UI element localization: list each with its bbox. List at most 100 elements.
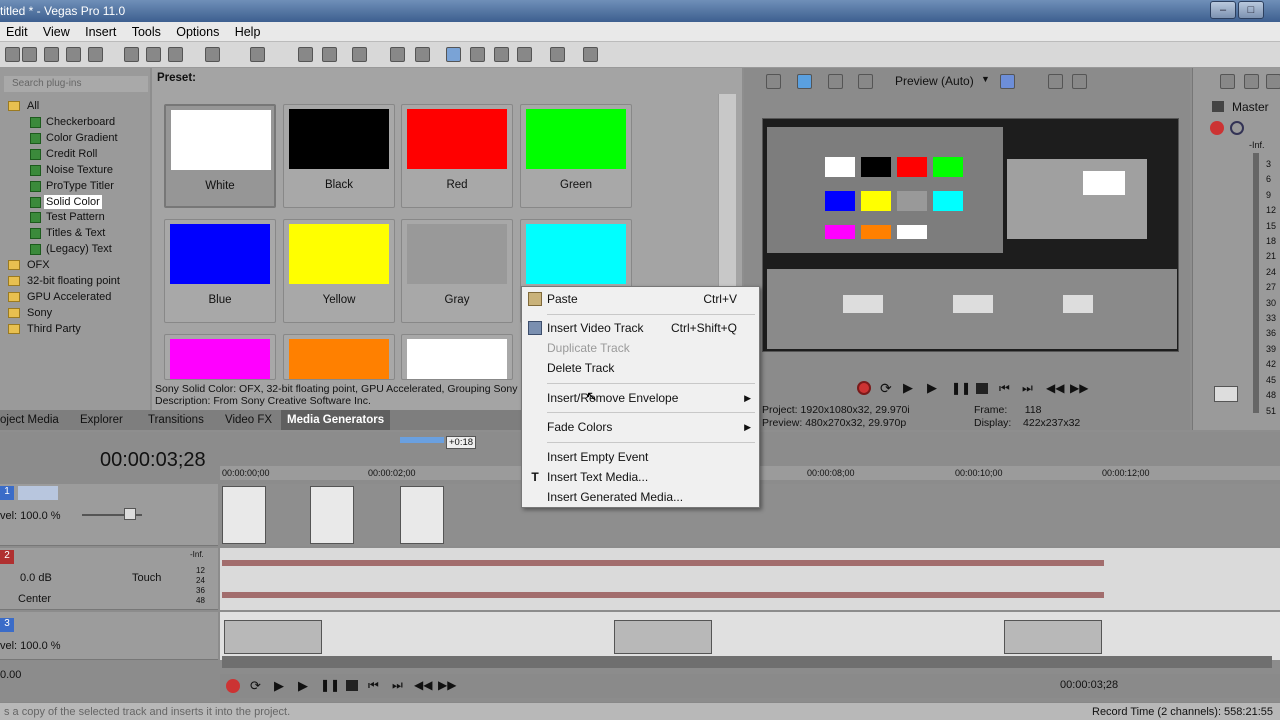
level-slider-thumb[interactable]	[124, 508, 136, 520]
preset-tile-red[interactable]: Red	[401, 104, 513, 208]
minimize-button[interactable]: –	[1210, 1, 1236, 19]
menu-item-insert-empty-event[interactable]: Insert Empty Event	[547, 450, 648, 464]
menu-item-insert-video-track[interactable]: Insert Video Track	[547, 321, 644, 335]
preset-tile-yellow[interactable]: Yellow	[283, 219, 395, 323]
tree-folder-third-party[interactable]: Third Party	[27, 322, 81, 336]
auto-crossfade-icon[interactable]	[322, 47, 337, 62]
downmix-icon[interactable]	[1244, 74, 1259, 89]
go-to-start-icon[interactable]: ⏮	[999, 381, 1013, 395]
lock-envelopes-icon[interactable]	[390, 47, 405, 62]
envelope-tool-icon[interactable]	[470, 47, 485, 62]
track-name-field[interactable]	[18, 486, 58, 500]
zoom-bar[interactable]	[400, 437, 444, 443]
video-event[interactable]	[310, 486, 354, 544]
menu-item-paste[interactable]: Paste	[547, 292, 578, 306]
menu-options[interactable]: Options	[170, 22, 225, 42]
help-icon[interactable]	[583, 47, 598, 62]
open-icon[interactable]	[22, 47, 37, 62]
save-snapshot-icon[interactable]	[1072, 74, 1087, 89]
zoom-tool-icon[interactable]	[517, 47, 532, 62]
track-3-lane[interactable]	[220, 612, 1280, 660]
ripple-edit-icon[interactable]	[352, 47, 367, 62]
chevron-down-icon[interactable]: ▼	[981, 74, 990, 84]
tab-media-generators[interactable]: Media Generators	[281, 410, 391, 430]
split-screen-icon[interactable]	[858, 74, 873, 89]
tab-transitions[interactable]: Transitions	[148, 410, 204, 430]
stop-icon[interactable]	[346, 680, 358, 691]
play-from-start-icon[interactable]: ▶	[274, 678, 284, 694]
play-from-start-icon[interactable]: ▶	[903, 381, 917, 395]
stop-icon[interactable]	[976, 383, 988, 394]
menu-item-fade-colors[interactable]: Fade Colors	[547, 420, 612, 434]
tree-item-checkerboard[interactable]: Checkerboard	[46, 115, 115, 129]
tree-item-noise-texture[interactable]: Noise Texture	[46, 163, 113, 177]
pause-icon[interactable]: ❚❚	[320, 678, 340, 692]
properties-icon[interactable]	[66, 47, 81, 62]
enable-snapping-icon[interactable]	[298, 47, 313, 62]
master-fx-icon[interactable]	[1220, 74, 1235, 89]
preset-tile-black[interactable]: Black	[283, 104, 395, 208]
play-icon[interactable]: ▶	[298, 678, 308, 694]
video-event[interactable]	[614, 620, 712, 654]
dim-output-icon[interactable]	[1266, 74, 1280, 89]
go-to-start-icon[interactable]: ⏮	[368, 678, 379, 693]
maximize-button[interactable]: □	[1238, 1, 1264, 19]
menu-view[interactable]: View	[37, 22, 76, 42]
timeline-scrollbar[interactable]	[222, 656, 1272, 668]
normal-edit-tool-icon[interactable]	[446, 47, 461, 62]
menu-item-duplicate-track[interactable]: Duplicate Track	[547, 341, 630, 355]
preset-tile-blue[interactable]: Blue	[164, 219, 276, 323]
undo-icon[interactable]	[205, 47, 220, 62]
tree-item-protype-titler[interactable]: ProType Titler	[46, 179, 114, 193]
tree-folder-sony[interactable]: Sony	[27, 306, 52, 320]
loop-icon[interactable]: ⟳	[250, 678, 261, 694]
menu-help[interactable]: Help	[229, 22, 267, 42]
preview-quality-dropdown[interactable]: Preview (Auto)	[895, 74, 974, 88]
tree-item-credit-roll[interactable]: Credit Roll	[46, 147, 97, 161]
tree-item-titles-text[interactable]: Titles & Text	[46, 226, 105, 240]
record-icon[interactable]	[857, 381, 871, 395]
overlays-icon[interactable]	[1000, 74, 1015, 89]
project-properties-icon[interactable]	[766, 74, 781, 89]
previous-frame-icon[interactable]: ◀◀	[414, 678, 432, 692]
video-fx-icon[interactable]	[828, 74, 843, 89]
preset-tile-white[interactable]: White	[164, 104, 276, 208]
menu-item-insert-text-media[interactable]: Insert Text Media...	[547, 470, 648, 484]
preset-tile-gray[interactable]: Gray	[401, 219, 513, 323]
ignore-grouping-icon[interactable]	[415, 47, 430, 62]
go-to-end-icon[interactable]: ⏭	[392, 678, 403, 693]
pause-icon[interactable]: ❚❚	[951, 381, 971, 395]
preset-tile-white-2[interactable]	[401, 334, 513, 380]
tree-folder-ofx[interactable]: OFX	[27, 258, 50, 272]
external-monitor-icon[interactable]	[797, 74, 812, 89]
track-1-header[interactable]: 1 vel: 100.0 %	[0, 484, 218, 546]
play-icon[interactable]: ▶	[927, 381, 941, 395]
master-fx-button[interactable]	[1210, 121, 1224, 135]
cut-icon[interactable]	[124, 47, 139, 62]
tree-item-solid-color[interactable]: Solid Color	[44, 195, 102, 209]
new-icon[interactable]	[5, 47, 20, 62]
record-icon[interactable]	[226, 679, 240, 693]
tree-folder-gpu[interactable]: GPU Accelerated	[27, 290, 111, 304]
copy-icon[interactable]	[146, 47, 161, 62]
tree-item-all[interactable]: All	[27, 99, 39, 113]
menu-tools[interactable]: Tools	[126, 22, 167, 42]
video-event[interactable]	[400, 486, 444, 544]
tree-folder-32bit[interactable]: 32-bit floating point	[27, 274, 120, 288]
mute-icon[interactable]	[1230, 121, 1244, 135]
menu-item-delete-track[interactable]: Delete Track	[547, 361, 614, 375]
menu-edit[interactable]: Edit	[0, 22, 34, 42]
video-event[interactable]	[224, 620, 322, 654]
preset-tile-green[interactable]: Green	[520, 104, 632, 208]
automation-mode[interactable]: Touch	[132, 572, 161, 584]
paste-icon[interactable]	[168, 47, 183, 62]
preset-tile-orange[interactable]	[283, 334, 395, 380]
plugin-search-input[interactable]: Search plug-ins	[4, 76, 148, 92]
loop-icon[interactable]: ⟳	[880, 381, 894, 395]
go-to-end-icon[interactable]: ⏭	[1022, 381, 1036, 395]
split-icon[interactable]	[550, 47, 565, 62]
selection-tool-icon[interactable]	[494, 47, 509, 62]
menu-insert[interactable]: Insert	[79, 22, 122, 42]
menu-item-insert-remove-envelope[interactable]: Insert/Remove Envelope	[547, 391, 678, 405]
track-3-header[interactable]: 3 vel: 100.0 %	[0, 612, 218, 660]
